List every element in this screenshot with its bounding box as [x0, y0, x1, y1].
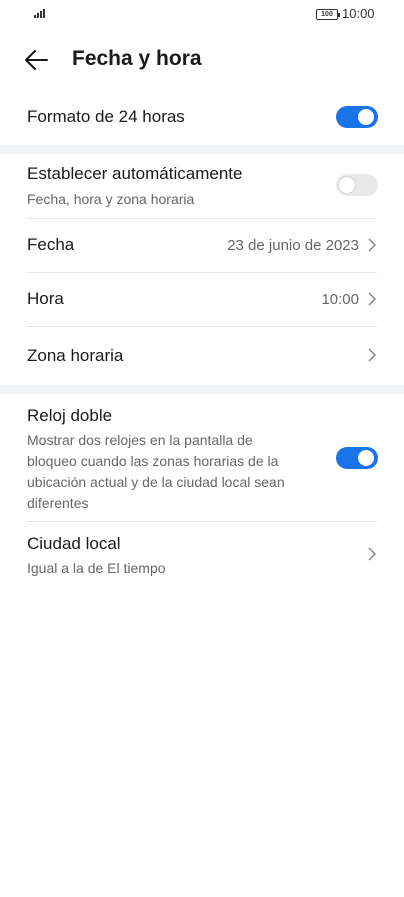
home-city-label: Ciudad local: [27, 534, 121, 553]
status-time: 10:00: [342, 6, 375, 21]
format-24h-label: Formato de 24 horas: [27, 107, 185, 126]
timezone-label: Zona horaria: [27, 346, 124, 365]
time-row[interactable]: Hora 10:00: [0, 273, 404, 326]
back-button[interactable]: [22, 46, 54, 74]
home-city-subtitle: Igual a la de El tiempo: [27, 560, 166, 576]
section-divider: [0, 145, 404, 154]
date-row[interactable]: Fecha 23 de junio de 2023: [0, 219, 404, 272]
chevron-right-icon: [368, 348, 377, 362]
section-divider: [0, 385, 404, 394]
dual-clock-label: Reloj doble: [27, 406, 113, 425]
date-value: 23 de junio de 2023: [227, 237, 359, 254]
chevron-right-icon: [368, 292, 377, 306]
home-city-row[interactable]: Ciudad local Igual a la de El tiempo: [0, 522, 404, 586]
header: Fecha y hora: [0, 40, 404, 80]
dual-clock-row[interactable]: Reloj doble Mostrar dos relojes en la pa…: [0, 402, 404, 520]
auto-set-subtitle: Fecha, hora y zona horaria: [27, 191, 195, 207]
date-label: Fecha: [27, 235, 75, 254]
arrow-left-icon: [25, 50, 48, 70]
dual-clock-description: Mostrar dos relojes en la pantalla de bl…: [27, 432, 285, 511]
signal-icon: [34, 8, 48, 18]
format-24h-toggle[interactable]: [336, 106, 378, 128]
battery-icon: 100: [316, 9, 340, 20]
auto-set-row[interactable]: Establecer automáticamente Fecha, hora y…: [0, 160, 404, 218]
time-value: 10:00: [321, 291, 359, 308]
chevron-right-icon: [368, 547, 377, 561]
format-24h-row[interactable]: Formato de 24 horas: [0, 96, 404, 140]
auto-set-label: Establecer automáticamente: [27, 164, 243, 183]
timezone-row[interactable]: Zona horaria: [0, 327, 404, 383]
time-label: Hora: [27, 289, 64, 308]
page-title: Fecha y hora: [72, 47, 202, 70]
status-bar: 100 10:00: [0, 0, 404, 28]
chevron-right-icon: [368, 238, 377, 252]
auto-set-toggle[interactable]: [336, 174, 378, 196]
dual-clock-toggle[interactable]: [336, 447, 378, 469]
